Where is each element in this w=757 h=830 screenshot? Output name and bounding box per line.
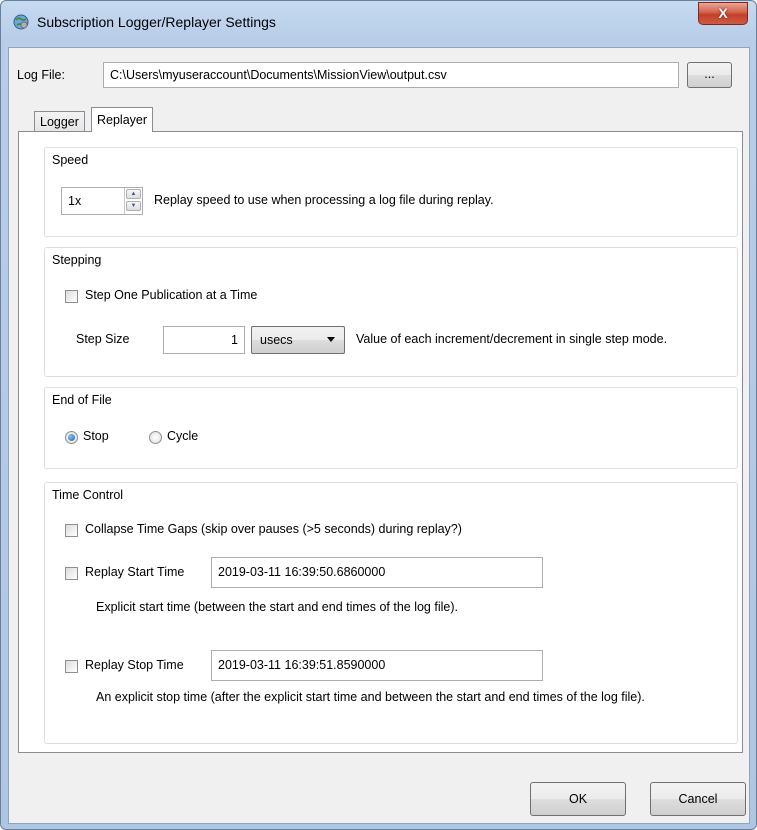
stop-radio[interactable] — [65, 431, 78, 444]
app-globe-icon — [13, 14, 29, 30]
replay-start-description: Explicit start time (between the start a… — [96, 600, 458, 614]
speed-group: Speed 1x ▲ ▼ Replay speed to use when pr… — [44, 147, 738, 237]
time-control-group: Time Control Collapse Time Gaps (skip ov… — [44, 482, 738, 744]
step-size-input[interactable]: 1 — [163, 326, 245, 354]
step-unit-value: usecs — [260, 333, 293, 347]
dialog-body: Log File: C:\Users\myuseraccount\Documen… — [8, 47, 750, 824]
speed-up-arrow-icon[interactable]: ▲ — [126, 189, 141, 199]
step-size-label: Step Size — [76, 332, 130, 346]
collapse-gaps-label: Collapse Time Gaps (skip over pauses (>5… — [85, 522, 462, 536]
speed-spin-buttons: ▲ ▼ — [124, 188, 142, 214]
browse-button[interactable]: ... — [687, 62, 732, 88]
settings-dialog: Subscription Logger/Replayer Settings X … — [0, 0, 757, 830]
speed-group-title: Speed — [52, 153, 89, 167]
step-size-description: Value of each increment/decrement in sin… — [356, 332, 668, 346]
close-icon: X — [718, 5, 728, 21]
replayer-panel: Speed 1x ▲ ▼ Replay speed to use when pr… — [18, 131, 743, 753]
collapse-gaps-checkbox[interactable] — [65, 524, 78, 537]
replay-start-time-input[interactable]: 2019-03-11 16:39:50.6860000 — [211, 557, 543, 588]
title-bar[interactable]: Subscription Logger/Replayer Settings X — [1, 1, 756, 43]
speed-down-arrow-icon[interactable]: ▼ — [126, 201, 141, 211]
tab-logger[interactable]: Logger — [34, 111, 85, 132]
replay-stop-label: Replay Stop Time — [85, 658, 184, 672]
speed-spinbox[interactable]: 1x ▲ ▼ — [61, 187, 143, 215]
end-of-file-group: End of File Stop Cycle — [44, 387, 738, 469]
replay-start-checkbox[interactable] — [65, 567, 78, 580]
speed-value: 1x — [68, 194, 82, 208]
window-title: Subscription Logger/Replayer Settings — [37, 14, 276, 30]
stop-radio-label: Stop — [83, 429, 109, 443]
stepping-group-title: Stepping — [52, 253, 102, 267]
replay-stop-time-input[interactable]: 2019-03-11 16:39:51.8590000 — [211, 650, 543, 681]
cycle-radio[interactable] — [149, 431, 162, 444]
step-one-checkbox[interactable] — [65, 290, 78, 303]
log-file-path-input[interactable]: C:\Users\myuseraccount\Documents\Mission… — [103, 62, 679, 88]
replay-start-label: Replay Start Time — [85, 565, 185, 579]
end-of-file-group-title: End of File — [52, 393, 112, 407]
cycle-radio-label: Cycle — [167, 429, 199, 443]
log-file-label: Log File: — [17, 68, 65, 82]
chevron-down-icon — [327, 337, 335, 342]
step-one-label: Step One Publication at a Time — [85, 288, 258, 302]
step-unit-dropdown[interactable]: usecs — [251, 326, 345, 354]
speed-description: Replay speed to use when processing a lo… — [154, 193, 494, 207]
ok-button[interactable]: OK — [530, 782, 626, 816]
cancel-button[interactable]: Cancel — [650, 782, 746, 816]
time-control-group-title: Time Control — [52, 488, 124, 502]
replay-stop-description: An explicit stop time (after the explici… — [96, 690, 645, 704]
tab-replayer[interactable]: Replayer — [91, 107, 154, 132]
replay-stop-checkbox[interactable] — [65, 660, 78, 673]
close-button[interactable]: X — [698, 2, 748, 25]
stepping-group: Stepping Step One Publication at a Time … — [44, 247, 738, 377]
